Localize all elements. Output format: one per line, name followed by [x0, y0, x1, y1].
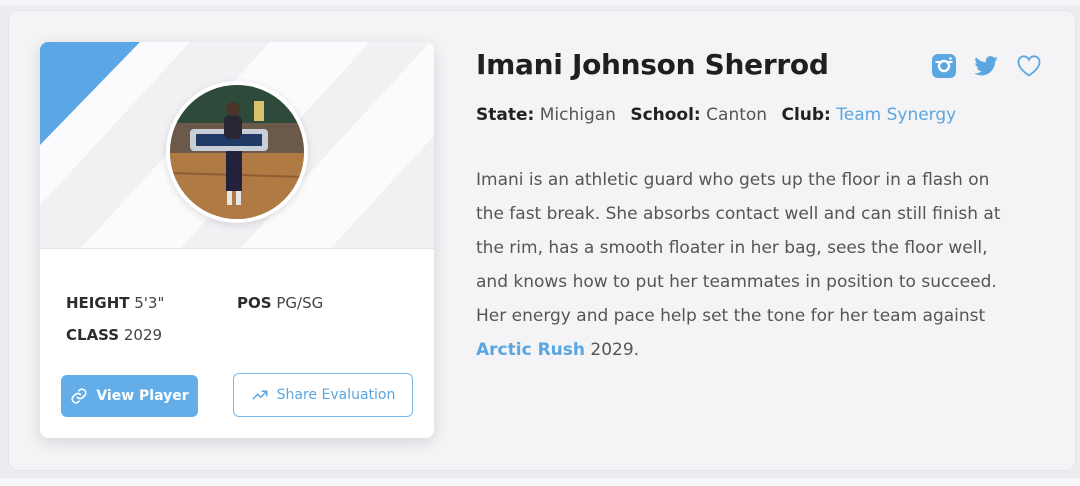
link-icon — [71, 388, 87, 404]
player-card: HEIGHT 5'3" POS PG/SG CLASS 2029 View Pl… — [40, 42, 434, 438]
card-hero — [40, 42, 434, 249]
share-evaluation-button[interactable]: Share Evaluation — [233, 373, 413, 417]
twitter-icon[interactable] — [972, 52, 1000, 80]
instagram-icon[interactable] — [930, 52, 958, 80]
bio-line: and knows how to put her teammates in po… — [476, 272, 997, 292]
player-photo — [170, 85, 304, 219]
height-value: 5'3" — [134, 294, 165, 312]
state-value: Michigan — [539, 105, 616, 125]
class-label: CLASS — [66, 326, 120, 344]
team-year: 2029. — [584, 340, 640, 360]
trend-arrow-icon — [252, 390, 268, 400]
position-stat: POS PG/SG — [237, 294, 323, 312]
state-label: State: — [476, 105, 535, 125]
school-label: School: — [630, 105, 701, 125]
player-bio: Imani is an athletic guard who gets up t… — [476, 163, 1061, 367]
school-value: Canton — [706, 105, 768, 125]
player-name: Imani Johnson Sherrod — [476, 48, 829, 81]
bio-line: the rim, has a smooth floater in her bag… — [476, 238, 988, 258]
bio-line: Imani is an athletic guard who gets up t… — [476, 170, 990, 190]
bio-line: Her energy and pace help set the tone fo… — [476, 306, 986, 326]
club-label: Club: — [781, 105, 831, 125]
heart-icon[interactable] — [1015, 52, 1043, 80]
height-stat: HEIGHT 5'3" — [66, 294, 164, 312]
team-link[interactable]: Arctic Rush — [476, 340, 585, 360]
class-value: 2029 — [123, 326, 163, 344]
pos-label: POS — [237, 294, 272, 312]
bio-line: the fast break. She absorbs contact well… — [476, 204, 1001, 224]
pos-value: PG/SG — [276, 294, 324, 312]
view-player-label: View Player — [96, 388, 189, 404]
club-link[interactable]: Team Synergy — [836, 105, 956, 125]
share-evaluation-label: Share Evaluation — [276, 387, 396, 403]
bio-last-line: Arctic Rush 2029. — [476, 333, 1061, 367]
view-player-button[interactable]: View Player — [61, 375, 198, 417]
avatar — [166, 81, 308, 223]
top-strip — [0, 0, 1080, 6]
player-meta: State: Michigan School: Canton Club: Tea… — [476, 105, 956, 125]
height-label: HEIGHT — [66, 294, 130, 312]
class-stat: CLASS 2029 — [66, 326, 162, 344]
bottom-strip — [0, 478, 1080, 486]
